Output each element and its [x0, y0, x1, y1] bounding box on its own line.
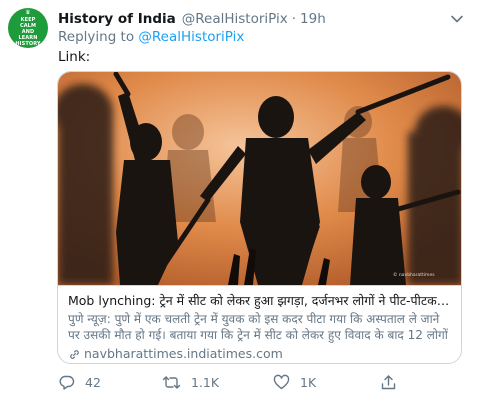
replying-to-mention[interactable]: @RealHistoriPix: [138, 29, 244, 45]
tweet-text: Link:: [58, 49, 91, 65]
link-icon: [70, 349, 79, 359]
tweet-timestamp[interactable]: 19h: [300, 11, 326, 27]
author-handle[interactable]: @RealHistoriPix: [182, 11, 288, 27]
like-icon: [273, 374, 290, 390]
card-title[interactable]: Mob lynching: ट्रेन में सीट को लेकर हुआ …: [68, 292, 453, 309]
avatar-text-line: HISTORY: [15, 40, 41, 47]
tweet-header: History of India @RealHistoriPix · 19h: [58, 10, 448, 28]
author-name[interactable]: History of India: [58, 11, 176, 27]
card-info[interactable]: Mob lynching: ट्रेन में सीट को लेकर हुआ …: [58, 285, 461, 363]
card-domain-text: navbharattimes.indiatimes.com: [84, 346, 283, 361]
replying-to: Replying to @RealHistoriPix: [58, 29, 244, 45]
reply-button[interactable]: 42: [58, 374, 101, 391]
svg-text:© navbharattimes: © navbharattimes: [393, 271, 435, 278]
reply-icon: [59, 375, 75, 390]
avatar[interactable]: ♛ KEEP CALM AND LEARN HISTORY: [8, 8, 48, 48]
share-button[interactable]: [380, 374, 407, 391]
separator-dot: ·: [291, 11, 297, 27]
tweet-actions: 42 1.1K 1K: [58, 374, 458, 392]
card-image[interactable]: © navbharattimes: [58, 72, 462, 285]
card-domain[interactable]: navbharattimes.indiatimes.com: [68, 346, 453, 362]
caret-down-icon[interactable]: [450, 12, 464, 26]
replying-prefix: Replying to: [58, 29, 135, 45]
crown-icon: ♛: [25, 8, 31, 16]
share-icon: [381, 375, 396, 390]
like-button[interactable]: 1K: [273, 374, 316, 391]
retweet-button[interactable]: 1.1K: [162, 374, 219, 391]
retweet-icon: [162, 376, 181, 389]
reply-count: 42: [85, 375, 101, 390]
tweet[interactable]: ♛ KEEP CALM AND LEARN HISTORY History of…: [0, 0, 478, 400]
link-card[interactable]: © navbharattimes Mob lynching: ट्रेन में…: [57, 71, 462, 364]
card-description: पुणे न्यूज़: पुणे में एक चलती ट्रेन में …: [68, 312, 448, 342]
retweet-count: 1.1K: [191, 375, 220, 390]
like-count: 1K: [300, 375, 317, 390]
